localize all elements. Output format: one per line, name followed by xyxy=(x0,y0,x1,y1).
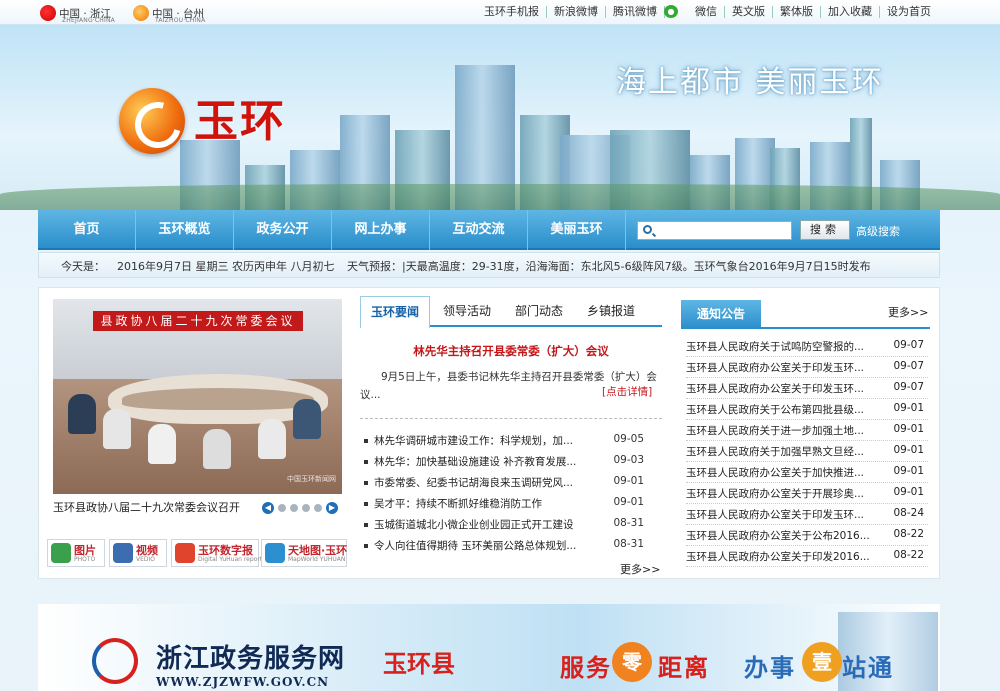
slideshow-caption[interactable]: 玉环县政协八届二十九次常委会议召开 xyxy=(53,499,240,515)
slide-dot[interactable] xyxy=(302,504,310,512)
zjzwfw-banner[interactable]: 浙江政务服务网 玉环县 WWW.ZJZWFW.GOV.CN 服务 距离 零 办事站… xyxy=(38,604,940,691)
notice-item[interactable]: 玉环县人民政府办公室关于印发玉环... 09-07 xyxy=(686,378,928,399)
list-item[interactable]: 林先华调研城市建设工作：科学规划，加... 09-05 xyxy=(364,432,662,452)
slide-dot[interactable] xyxy=(290,504,298,512)
zjzwfw-url: WWW.ZJZWFW.GOV.CN xyxy=(156,675,330,689)
weather-text: 天气预报：|天最高温度：29-31度，沿海海面：东北风5-6级阵风7级。玉环气象… xyxy=(347,260,871,273)
video-icon xyxy=(113,543,133,563)
tencent-weibo-link[interactable]: 腾讯微博 xyxy=(605,6,664,18)
zero-circle: 零 xyxy=(612,642,652,682)
nav-online-services[interactable]: 网上办事 xyxy=(332,210,430,250)
yuhuan-logo-icon[interactable] xyxy=(119,88,185,154)
notice-item[interactable]: 玉环县人民政府关于试鸣防空警报的... 09-07 xyxy=(686,336,928,357)
list-item[interactable]: 市委常委、纪委书记胡海良来玉调研党风... 09-01 xyxy=(364,474,662,494)
date-text: 2016年9月7日 星期三 农历丙申年 八月初七 xyxy=(117,260,335,273)
notice-item[interactable]: 玉环县人民政府关于进一步加强土地... 09-01 xyxy=(686,420,928,441)
quicklink-mapworld[interactable]: 天地图·玉环 MapWorld YUHUAN xyxy=(261,539,347,567)
banner-slogan: 海上都市 美丽玉环 xyxy=(616,65,884,100)
site-logo-text[interactable]: 玉环 xyxy=(194,85,286,149)
quicklink-photo[interactable]: 图片 PHOTO xyxy=(47,539,105,567)
notice-item[interactable]: 玉环县人民政府办公室关于印发玉环... 09-07 xyxy=(686,357,928,378)
china-taizhou-logo-icon xyxy=(133,5,149,21)
notice-item[interactable]: 玉环县人民政府办公室关于印发2016... 08-22 xyxy=(686,546,928,567)
county-label: 玉环县 xyxy=(383,650,455,678)
nav-beautiful-yuhuan[interactable]: 美丽玉环 xyxy=(528,210,626,250)
one-circle: 壹 xyxy=(802,642,842,682)
zjzwfw-logo-icon xyxy=(92,638,138,684)
nav-government-affairs[interactable]: 政务公开 xyxy=(234,210,332,250)
today-label: 今天是： xyxy=(61,260,105,273)
search-icon xyxy=(643,225,652,234)
list-item[interactable]: 玉城街道城北小微企业创业园正式开工建设 08-31 xyxy=(364,516,662,536)
tab-yuhuan-news[interactable]: 玉环要闻 xyxy=(360,296,430,328)
list-item[interactable]: 吴才平：持续不断抓好维稳消防工作 09-01 xyxy=(364,495,662,515)
taizhou-sub: TAIZHOU·CHINA xyxy=(155,17,206,24)
divider xyxy=(360,418,662,419)
digital-paper-icon xyxy=(175,543,195,563)
notices-more-link[interactable]: 更多>> xyxy=(888,304,928,320)
tab-department-news[interactable]: 部门动态 xyxy=(508,296,570,326)
tab-township-reports[interactable]: 乡镇报道 xyxy=(580,296,642,326)
tab-notices[interactable]: 通知公告 xyxy=(681,300,761,329)
news-tabs: 玉环要闻 领导活动 部门动态 乡镇报道 xyxy=(360,296,662,328)
news-more-link[interactable]: 更多>> xyxy=(620,561,660,577)
search-button[interactable]: 搜索 xyxy=(800,220,850,240)
wechat-icon[interactable]: ● xyxy=(664,5,678,18)
zhejiang-sub: ZHEJIANG·CHINA xyxy=(62,17,115,24)
search-input[interactable] xyxy=(637,221,792,240)
meeting-banner: 县政协八届二十九次常委会议 xyxy=(93,311,303,331)
slide-prev-button[interactable]: ◀ xyxy=(262,502,274,514)
photo-icon xyxy=(51,543,71,563)
advanced-search-link[interactable]: 高级搜索 xyxy=(856,223,900,239)
header-banner: 海上都市 美丽玉环 玉环 xyxy=(0,25,1000,210)
list-item[interactable]: 林先华：加快基础设施建设 补齐教育发展... 09-03 xyxy=(364,453,662,473)
zhejiang-china-link[interactable]: 中国 · 浙江 ZHEJIANG·CHINA xyxy=(40,5,115,24)
photo-watermark: 中国玉环新闻网 xyxy=(287,475,336,483)
nav-interaction[interactable]: 互动交流 xyxy=(430,210,528,250)
list-item[interactable]: 令人向往值得期待 玉环美丽公路总体规划... 08-31 xyxy=(364,537,662,557)
sina-weibo-link[interactable]: 新浪微博 xyxy=(546,6,605,18)
tab-leader-activities[interactable]: 领导活动 xyxy=(436,296,498,326)
nav-overview[interactable]: 玉环概览 xyxy=(136,210,234,250)
headline-link[interactable]: 林先华主持召开县委常委（扩大）会议 xyxy=(360,343,662,359)
slide-dot[interactable] xyxy=(314,504,322,512)
nav-home[interactable]: 首页 xyxy=(38,210,136,250)
english-link[interactable]: 英文版 xyxy=(724,6,772,18)
notice-item[interactable]: 玉环县人民政府办公室关于加快推进... 09-01 xyxy=(686,462,928,483)
traditional-link[interactable]: 繁体版 xyxy=(772,6,820,18)
taizhou-china-link[interactable]: 中国 · 台州 TAIZHOU·CHINA xyxy=(133,5,206,24)
info-bar: 今天是： 2016年9月7日 星期三 农历丙申年 八月初七 天气预报：|天最高温… xyxy=(38,252,940,278)
slide-dot[interactable] xyxy=(278,504,286,512)
top-bar: 中国 · 浙江 ZHEJIANG·CHINA 中国 · 台州 TAIZHOU·C… xyxy=(0,0,1000,25)
slide-next-button[interactable]: ▶ xyxy=(326,502,338,514)
china-zhejiang-logo-icon xyxy=(40,5,56,21)
slideshow-image[interactable]: 县政协八届二十九次常委会议 中国玉环新闻网 xyxy=(53,299,342,494)
set-homepage-link[interactable]: 设为首页 xyxy=(879,6,938,18)
notice-item[interactable]: 玉环县人民政府关于公布第四批县级... 09-01 xyxy=(686,399,928,420)
notice-item[interactable]: 玉环县人民政府办公室关于开展珍奥... 09-01 xyxy=(686,483,928,504)
top-links: 玉环手机报 新浪微博 腾讯微博 微信 英文版 繁体版 加入收藏 设为首页 xyxy=(477,6,938,18)
quicklink-video[interactable]: 视频 VEDIO xyxy=(109,539,167,567)
readmore-link[interactable]: [点击详情] xyxy=(602,384,652,399)
bookmark-link[interactable]: 加入收藏 xyxy=(820,6,879,18)
zjzwfw-title: 浙江政务服务网 xyxy=(156,644,346,674)
notice-item[interactable]: 玉环县人民政府关于加强早熟文旦经... 09-01 xyxy=(686,441,928,462)
mobile-news-link[interactable]: 玉环手机报 xyxy=(477,6,546,18)
notice-item[interactable]: 玉环县人民政府办公室关于公布2016... 08-22 xyxy=(686,525,928,546)
quicklink-digital-paper[interactable]: 玉环数字报 Digital YuHuan reported xyxy=(171,539,270,567)
map-icon xyxy=(265,543,285,563)
notice-item[interactable]: 玉环县人民政府办公室关于印发玉环... 08-24 xyxy=(686,504,928,525)
